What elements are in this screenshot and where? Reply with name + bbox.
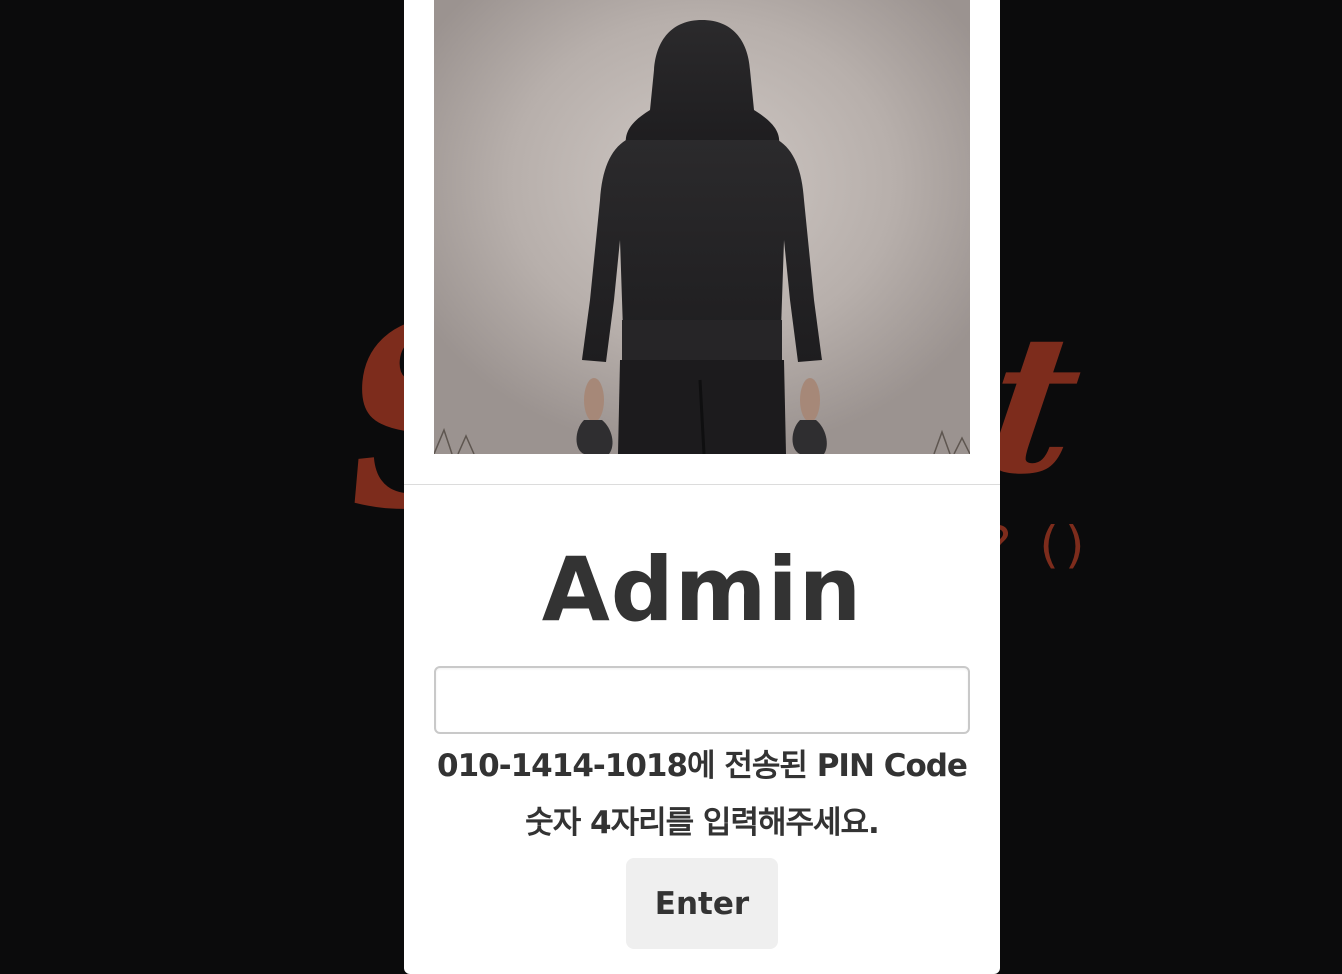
page: S t ? () — [0, 0, 1342, 974]
pin-code-input[interactable] — [434, 666, 970, 734]
pin-instruction-line-2: 숫자 4자리를 입력해주세요. — [525, 805, 880, 841]
pin-instruction: 010-1414-1018에 전송된 PIN Code 숫자 4자리를 입력해주… — [414, 738, 990, 852]
modal-divider — [404, 484, 1000, 485]
hooded-figure-photo — [434, 0, 970, 454]
admin-login-modal: Admin 010-1414-1018에 전송된 PIN Code 숫자 4자리… — [404, 0, 1000, 974]
modal-title: Admin — [541, 538, 863, 641]
pin-instruction-line-1: 010-1414-1018에 전송된 PIN Code — [437, 748, 968, 784]
hooded-figure-illustration — [434, 0, 970, 454]
enter-button[interactable]: Enter — [626, 858, 778, 949]
background-logo-subtitle: ? () — [985, 516, 1091, 574]
